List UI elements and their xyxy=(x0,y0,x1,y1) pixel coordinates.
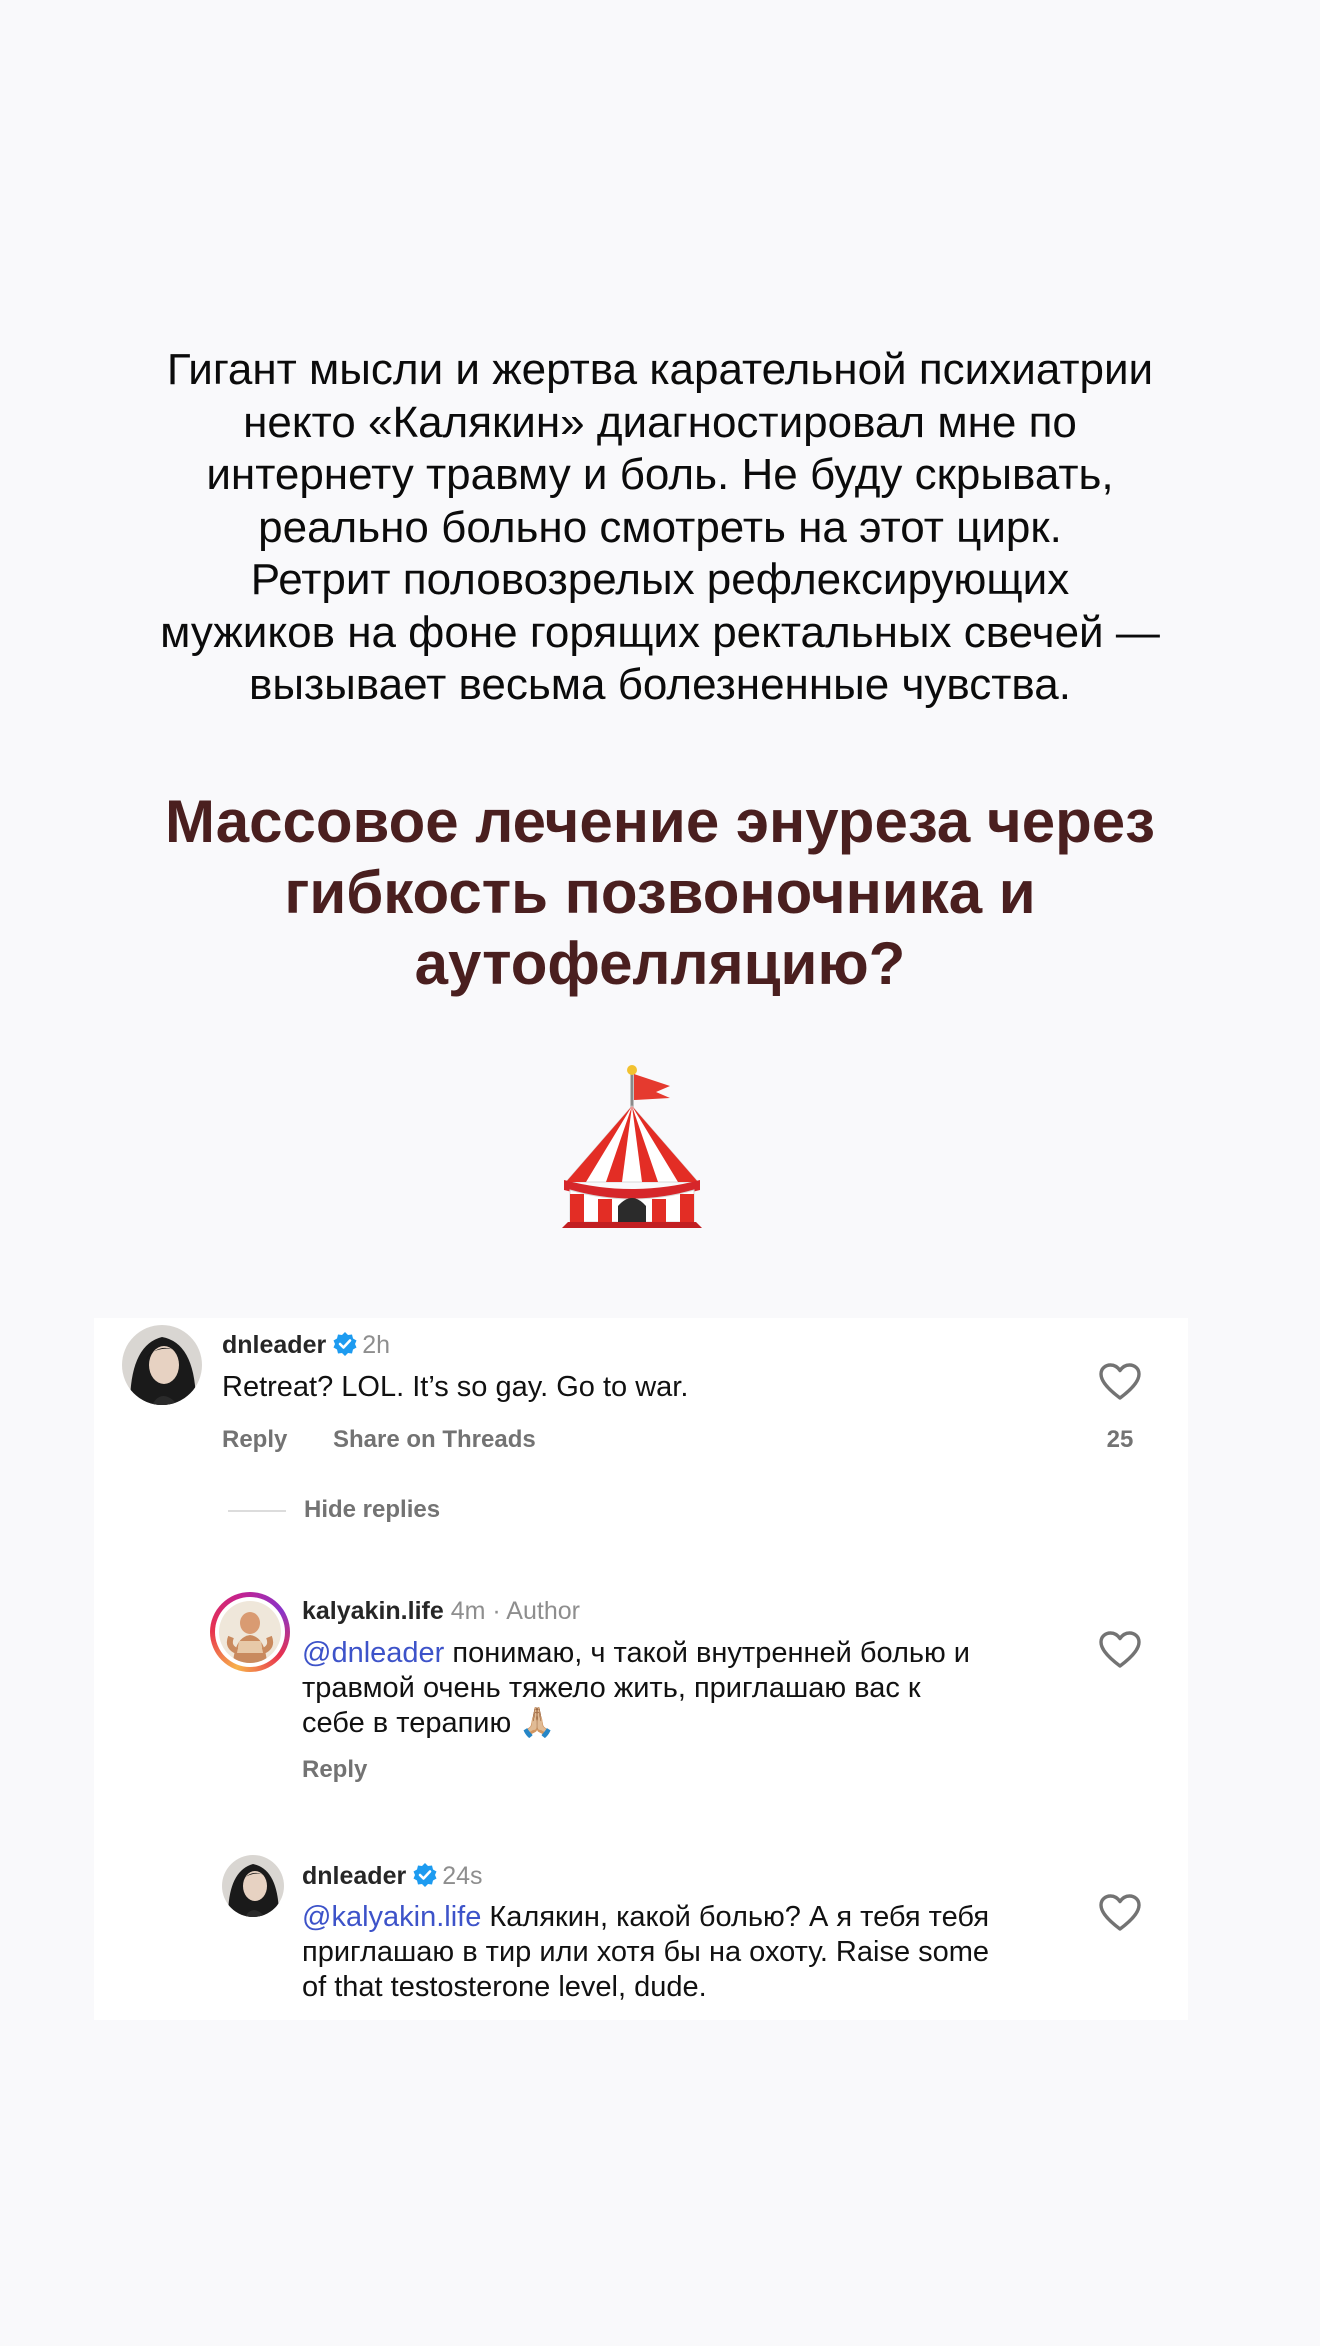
comments-panel: dnleader 2h Retreat? LOL. It’s so gay. Go… xyxy=(94,1318,1188,2020)
timestamp: 4m xyxy=(450,1597,486,1625)
reply-button[interactable]: Reply xyxy=(222,1426,287,1454)
timestamp: 24s xyxy=(442,1862,483,1890)
comment-header: dnleader 2h xyxy=(222,1330,390,1360)
hide-replies-button[interactable]: Hide replies xyxy=(304,1496,440,1524)
mention-link[interactable]: @kalyakin.life xyxy=(302,1901,481,1933)
intro-line: мужиков на фоне горящих ректальных свече… xyxy=(160,607,1160,657)
share-on-threads-button[interactable]: Share on Threads xyxy=(333,1426,536,1454)
username[interactable]: dnleader xyxy=(222,1331,326,1359)
intro-line: Гигант мысли и жертва карательной психиа… xyxy=(166,345,1154,394)
username[interactable]: kalyakin.life xyxy=(302,1597,444,1625)
comment-text: Retreat? LOL. It’s so gay. Go to war. xyxy=(222,1371,689,1403)
comment-header: kalyakin.life 4m · Author xyxy=(302,1596,580,1626)
author-tag: Author xyxy=(506,1597,580,1625)
separator: · xyxy=(492,1597,501,1625)
comment-line: понимаю, ч такой внутренней болью и xyxy=(444,1637,971,1669)
comment-line: себе в терапию 🙏🏼 xyxy=(302,1707,556,1739)
reply-button[interactable]: Reply xyxy=(302,1756,367,1784)
comment-line: of that testosterone level, dude. xyxy=(302,1971,707,2003)
timestamp: 2h xyxy=(362,1331,391,1359)
username[interactable]: dnleader xyxy=(302,1862,406,1890)
heart-icon[interactable] xyxy=(1098,1362,1142,1402)
headline-line: аутофелляцию? xyxy=(414,930,906,997)
divider xyxy=(228,1510,286,1512)
headline-line: гибкость позвоночника и xyxy=(284,859,1036,926)
intro-line: некто «Калякин» диагностировал мне по xyxy=(243,397,1077,447)
comment-text: @dnleader понимаю, ч такой внутренней бо… xyxy=(302,1636,1082,1741)
mention-link[interactable]: @dnleader xyxy=(302,1637,444,1669)
headline: Массовое лечение энуреза через гибкость … xyxy=(100,786,1220,999)
headline-line: Массовое лечение энуреза через xyxy=(165,788,1155,855)
comment-text: @kalyakin.life Калякин, какой болью? А я… xyxy=(302,1900,1082,2005)
intro-paragraph: Гигант мысли и жертва карательной психиа… xyxy=(100,344,1220,712)
like-count: 25 xyxy=(1106,1426,1134,1453)
comment-line: приглашаю в тир или хотя бы на охоту. Ra… xyxy=(302,1936,990,1968)
intro-line: Ретрит половозрелых рефлексирующих xyxy=(250,555,1070,604)
heart-icon[interactable] xyxy=(1098,1893,1142,1933)
verified-badge-icon xyxy=(413,1863,437,1887)
comment-line: травмой очень тяжело жить, приглашаю вас… xyxy=(302,1672,921,1704)
intro-line: реально больно смотреть на этот цирк. xyxy=(258,502,1062,552)
intro-line: интернету травму и боль. Не буду скрыват… xyxy=(206,450,1114,499)
intro-line: вызывает весьма болезненные чувства. xyxy=(248,660,1072,709)
comment-line: Калякин, какой болью? А я тебя тебя xyxy=(481,1901,990,1933)
circus-tent-icon xyxy=(562,1065,702,1228)
avatar[interactable] xyxy=(222,1855,284,1917)
heart-icon[interactable] xyxy=(1098,1630,1142,1670)
avatar-with-story-ring[interactable] xyxy=(210,1592,290,1672)
comment-header: dnleader 24s xyxy=(302,1861,483,1891)
avatar[interactable] xyxy=(122,1325,202,1405)
verified-badge-icon xyxy=(333,1332,357,1356)
